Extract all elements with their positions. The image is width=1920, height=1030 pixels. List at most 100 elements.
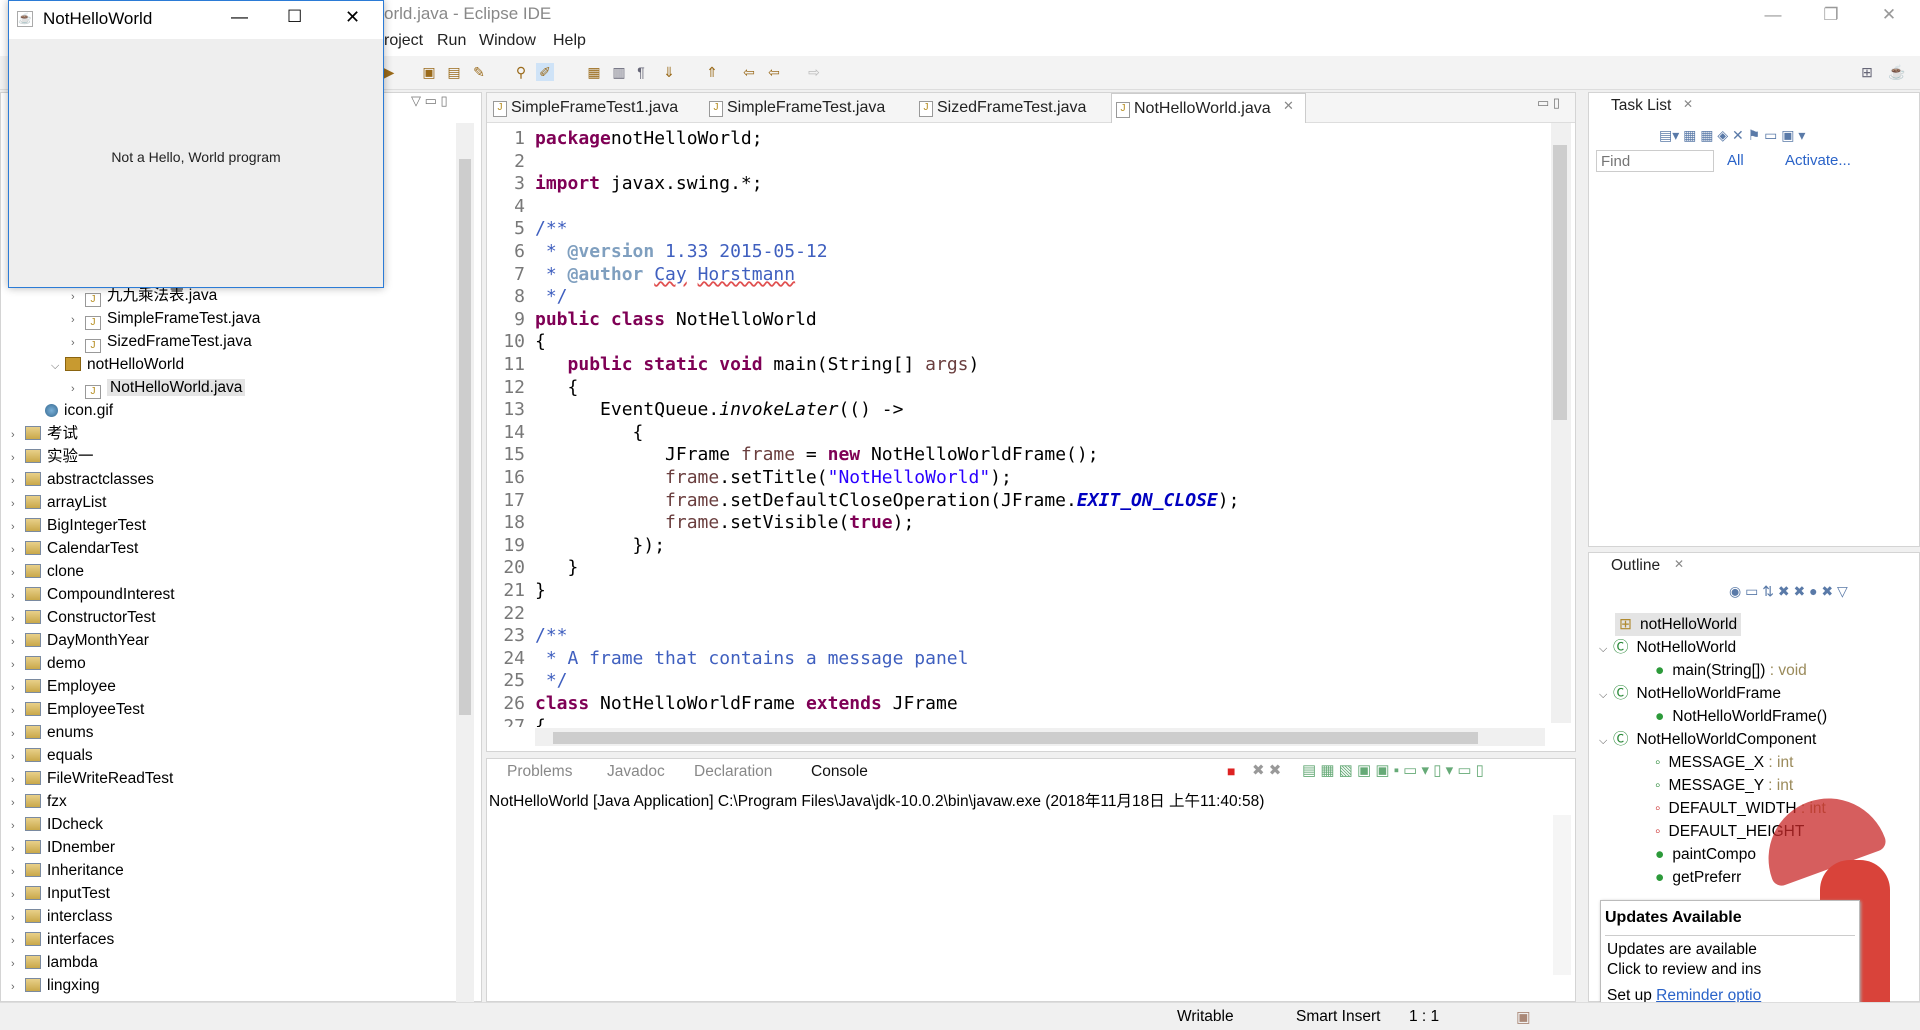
tab-nothelloworld[interactable]: NotHelloWorld.java (1111, 93, 1306, 123)
activate-link[interactable]: Activate... (1785, 152, 1851, 169)
remove-launch-icon[interactable]: ✖ ✖ (1252, 761, 1281, 779)
chevron-right-icon[interactable]: › (11, 447, 25, 470)
console-scrollbar[interactable] (1553, 815, 1571, 975)
all-link[interactable]: All (1727, 152, 1744, 169)
editor-h-scroll-thumb[interactable] (553, 732, 1478, 744)
menu-window[interactable]: Window (479, 32, 536, 50)
chevron-down-icon[interactable]: ⌵ (1599, 684, 1613, 707)
tree-item[interactable]: › interfaces (11, 928, 114, 951)
tree-item[interactable]: › DayMonthYear (11, 629, 149, 652)
chevron-down-icon[interactable]: ⌵ (51, 355, 65, 378)
tab-console[interactable]: Console (807, 763, 872, 781)
tree-item[interactable]: › ConstructorTest (11, 606, 156, 629)
tree-item[interactable]: › BigIntegerTest (11, 514, 146, 537)
chevron-right-icon[interactable]: › (71, 309, 85, 332)
restore-button[interactable]: ❐ (1802, 0, 1860, 30)
outline-item[interactable]: ◦ MESSAGE_Y : int (1641, 774, 1793, 797)
tree-item[interactable]: › lingxing (11, 974, 100, 997)
java-perspective-icon[interactable]: ☕ (1888, 63, 1906, 81)
status-progress-icon[interactable]: ▣ (1516, 1008, 1531, 1027)
chevron-right-icon[interactable]: › (11, 953, 25, 976)
chevron-right-icon[interactable]: › (71, 332, 85, 355)
tree-item[interactable]: › J SizedFrameTest.java (71, 330, 252, 353)
tree-item[interactable]: › CalendarTest (11, 537, 138, 560)
chevron-right-icon[interactable]: › (11, 562, 25, 585)
close-tab-icon[interactable]: ✕ (1283, 98, 1294, 114)
whitespace-icon[interactable]: ¶ (632, 63, 650, 81)
tree-item[interactable]: › 实验一 (11, 445, 94, 468)
chevron-right-icon[interactable]: › (11, 815, 25, 838)
chevron-right-icon[interactable]: › (11, 677, 25, 700)
minimize-button[interactable]: — (1744, 0, 1802, 30)
chevron-right-icon[interactable]: › (11, 424, 25, 447)
open-type-icon[interactable]: ▣ (420, 63, 438, 81)
outline-item[interactable]: ● getPreferr (1641, 866, 1741, 889)
tree-item[interactable]: › Inheritance (11, 859, 124, 882)
code-area[interactable]: 1 packagenotHelloWorld; 2 3 import javax.swi… (487, 123, 1547, 727)
tab-simpleframetest1[interactable]: SimpleFrameTest1.java (489, 93, 704, 123)
annotation-icon[interactable]: ▦ (585, 63, 603, 81)
close-button[interactable]: ✕ (1860, 0, 1918, 30)
menu-run[interactable]: Run (437, 32, 466, 50)
task-toolbar-icons[interactable]: ▤▾ ▦ ▦ ◈ ✕ ⚑ ▭ ▣ ▾ (1659, 127, 1805, 144)
tree-item[interactable]: › demo (11, 652, 86, 675)
close-icon[interactable]: ✕ (1674, 557, 1684, 571)
chevron-right-icon[interactable]: › (11, 884, 25, 907)
tree-item[interactable]: › arrayList (11, 491, 106, 514)
tree-item[interactable]: › 考试 (11, 422, 78, 445)
tree-item[interactable]: › EmployeeTest (11, 698, 144, 721)
chevron-right-icon[interactable]: › (71, 378, 85, 401)
chevron-right-icon[interactable]: › (11, 493, 25, 516)
tree-item[interactable]: › clone (11, 560, 84, 583)
tree-item[interactable]: › J NotHelloWorld.java (71, 376, 246, 401)
chevron-right-icon[interactable]: › (11, 631, 25, 654)
tree-item[interactable]: › J SimpleFrameTest.java (71, 307, 260, 330)
chevron-right-icon[interactable]: › (71, 286, 85, 309)
outline-item[interactable]: ⊞ notHelloWorld (1615, 613, 1742, 636)
tree-item[interactable]: icon.gif (31, 399, 113, 422)
tab-simpleframetest[interactable]: SimpleFrameTest.java (705, 93, 915, 123)
swing-minimize-button[interactable]: — (231, 7, 248, 27)
toggle-mark-icon[interactable]: ⚲ (512, 63, 530, 81)
swing-maximize-button[interactable]: ☐ (287, 7, 302, 27)
swing-close-button[interactable]: ✕ (345, 7, 360, 28)
chevron-right-icon[interactable]: › (11, 723, 25, 746)
tree-item[interactable]: › Employee (11, 675, 116, 698)
chevron-right-icon[interactable]: › (11, 861, 25, 884)
outline-item[interactable]: ● main(String[]) : void (1641, 659, 1807, 682)
tab-sizedframetest[interactable]: SizedFrameTest.java (915, 93, 1113, 123)
outline-item[interactable]: ⌵ Ⓒ NotHelloWorld (1599, 636, 1736, 659)
chevron-right-icon[interactable]: › (11, 930, 25, 953)
menu-project[interactable]: roject (384, 32, 423, 50)
chevron-right-icon[interactable]: › (11, 838, 25, 861)
tree-item[interactable]: › IDnember (11, 836, 115, 859)
prev-annotation-icon[interactable]: ⇑ (703, 63, 721, 81)
tab-javadoc[interactable]: Javadoc (607, 763, 665, 781)
chevron-right-icon[interactable]: › (11, 516, 25, 539)
tree-item[interactable]: › enums (11, 721, 94, 744)
last-edit-icon[interactable]: ⇦ (740, 63, 758, 81)
next-annotation-icon[interactable]: ⇓ (660, 63, 678, 81)
menu-help[interactable]: Help (553, 32, 586, 50)
chevron-right-icon[interactable]: › (11, 976, 25, 999)
tree-item[interactable]: › InputTest (11, 882, 110, 905)
chevron-right-icon[interactable]: › (11, 470, 25, 493)
open-folder-icon[interactable]: ▤ (445, 63, 463, 81)
chevron-right-icon[interactable]: › (11, 907, 25, 930)
tree-item[interactable]: › interclass (11, 905, 112, 928)
tree-item[interactable]: › CompoundInterest (11, 583, 175, 606)
outline-item[interactable]: ● NotHelloWorldFrame() (1641, 705, 1827, 728)
chevron-down-icon[interactable]: ⌵ (1599, 638, 1613, 661)
back-icon[interactable]: ⇦ (765, 63, 783, 81)
chevron-right-icon[interactable]: › (11, 792, 25, 815)
chevron-right-icon[interactable]: › (11, 608, 25, 631)
console-actions-icon[interactable]: ▤ ▦ ▧ ▣ ▣ ▪ ▭ ▾ ▯ ▾ ▭ ▯ (1302, 761, 1484, 779)
chevron-right-icon[interactable]: › (11, 769, 25, 792)
chevron-right-icon[interactable]: › (11, 700, 25, 723)
editor-v-scroll-thumb[interactable] (1553, 145, 1567, 420)
open-perspective-icon[interactable]: ⊞ (1858, 63, 1876, 81)
tree-item[interactable]: › equals (11, 744, 93, 767)
forward-icon[interactable]: ⇨ (805, 63, 823, 81)
search-icon[interactable]: ✎ (470, 63, 488, 81)
outline-item[interactable]: ⌵ Ⓒ NotHelloWorldFrame (1599, 682, 1781, 705)
